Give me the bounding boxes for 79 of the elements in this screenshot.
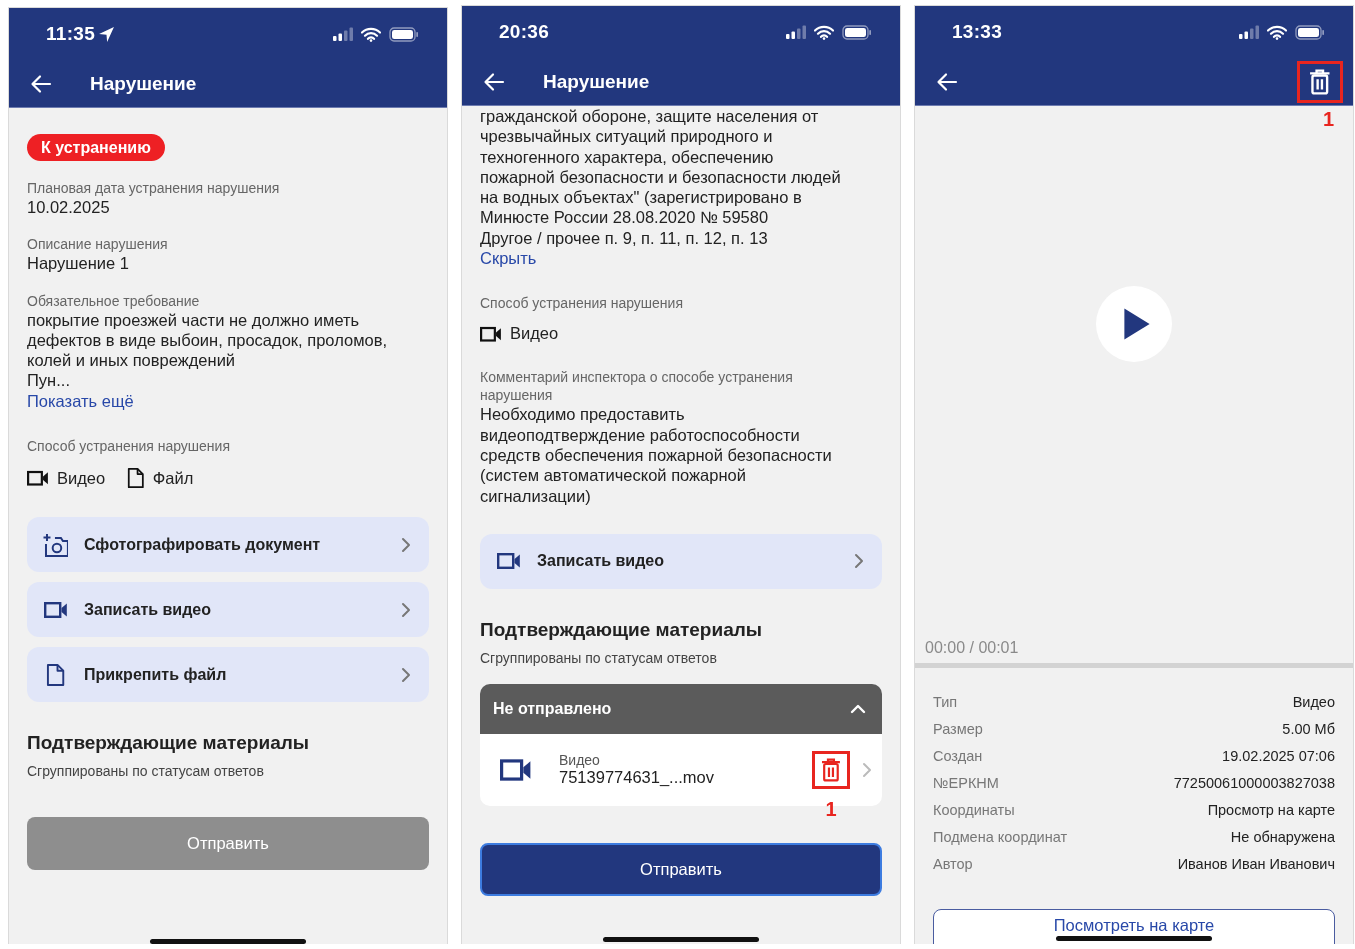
method-label: Видео	[510, 324, 559, 344]
map-button[interactable]: Посмотреть на карте	[933, 909, 1335, 944]
action-button[interactable]: Прикрепить файл	[27, 647, 429, 703]
section-subtitle: Сгруппированы по статусам ответов	[480, 649, 718, 666]
field-label: Обязательное требование	[27, 291, 201, 310]
chevron-right-icon	[401, 536, 411, 553]
status-time: 20:36	[499, 21, 550, 43]
field-label: Комментарий инспектора о способе устранения нарушения	[480, 368, 794, 405]
detail-label: Тип	[933, 693, 958, 710]
field-label: Описание нарушения	[27, 235, 169, 254]
detail-label: Автор	[933, 855, 973, 872]
field-value: Необходимо предоставить видеоподтверждение работоспособности средств обеспечения пожарной безопасности (систем автоматической пожарной сигнализации)	[480, 404, 833, 506]
action-button[interactable]: Записать видео	[27, 582, 429, 638]
chevron-right-icon	[401, 601, 411, 618]
detail-value: Иванов Иван Иванович	[1177, 855, 1335, 872]
detail-value: Видео	[1292, 693, 1335, 710]
wifi-icon	[1267, 24, 1287, 40]
detail-label: Координаты	[933, 801, 1015, 818]
field-value: 10.02.2025	[27, 197, 111, 218]
action-button[interactable]: Записать видео	[480, 533, 882, 589]
action-button[interactable]: Сфотографировать документ	[27, 517, 429, 573]
signal-icon	[1239, 25, 1259, 39]
field-value: гражданской обороне, защите населения от чрезвычайных ситуаций природного и техногенного характера, обеспечению пожарной безопасности и безопасности людей на водных объектах" (зарегистрировано в Минюсте России 28.08.2020 № 59580 Другое / прочее п. 9, п. 11, п. 12, п. 13	[480, 106, 842, 249]
video-camera-icon	[500, 757, 532, 782]
chevron-right-icon	[401, 666, 411, 683]
status-time: 11:35	[46, 23, 96, 45]
field-label: Плановая дата устранения нарушения	[27, 179, 281, 197]
wifi-icon	[361, 26, 381, 42]
screen-title: Нарушение	[543, 71, 650, 93]
detail-value: Просмотр на карте	[1207, 801, 1335, 818]
submit-button[interactable]: Отправить	[480, 842, 882, 896]
section-subtitle: Сгруппированы по статусам ответов	[27, 763, 265, 780]
annotation-number: 1	[825, 797, 837, 821]
method-label: Файл	[152, 468, 194, 488]
annotation-number: 1	[1322, 108, 1334, 131]
field-label: Способ устранения нарушения	[480, 294, 684, 313]
field-label: Способ устранения нарушения	[27, 437, 231, 456]
detail-label: Размер	[933, 720, 983, 737]
chevron-right-icon	[854, 553, 864, 570]
detail-value: 19.02.2025 07:06	[1222, 747, 1335, 764]
group-header[interactable]: Не отправлено	[480, 683, 882, 734]
field-value: покрытие проезжей части не должно иметь дефектов в виде выбоин, просадок, проломов, колей и иных повреждений Пун...	[27, 309, 389, 391]
status-time: 13:33	[952, 21, 1003, 43]
battery-icon	[1295, 24, 1325, 40]
location-arrow-icon	[98, 25, 116, 43]
video-camera-icon	[496, 552, 521, 571]
document-icon	[45, 662, 66, 687]
section-title: Подтверждающие материалы	[27, 731, 310, 756]
play-icon	[1123, 306, 1151, 341]
signal-icon	[333, 27, 353, 41]
detail-value: Не обнаружена	[1230, 828, 1335, 845]
detail-label: Создан	[933, 747, 983, 764]
screen-title: Нарушение	[90, 73, 197, 95]
attachment-type: Видео	[559, 752, 601, 769]
toggle-link[interactable]: Скрыть	[480, 248, 537, 269]
camera-plus-icon	[42, 532, 69, 557]
section-title: Подтверждающие материалы	[480, 617, 763, 642]
toggle-link[interactable]: Показать ещё	[27, 390, 134, 412]
detail-value: 77250061000003827038	[1173, 774, 1335, 791]
detail-label: Подмена координат	[933, 828, 1068, 845]
video-progress-track[interactable]	[915, 663, 1353, 668]
field-value: Нарушение 1	[27, 253, 130, 274]
signal-icon	[786, 25, 806, 39]
chevron-right-icon	[862, 761, 872, 778]
trash-icon[interactable]	[1309, 69, 1331, 95]
video-time: 00:00 / 00:01	[925, 639, 1019, 657]
detail-label: №ЕРКНМ	[933, 774, 999, 791]
detail-value: 5.00 Мб	[1282, 720, 1335, 737]
battery-icon	[389, 26, 419, 42]
wifi-icon	[814, 24, 834, 40]
battery-icon	[842, 24, 872, 40]
status-badge: К устранению	[27, 134, 165, 161]
attachment-name: 75139774631_...mov	[559, 768, 716, 788]
chevron-up-icon	[850, 703, 866, 714]
method-label: Видео	[57, 468, 106, 488]
video-camera-icon	[43, 600, 68, 619]
document-icon	[127, 467, 145, 490]
video-camera-icon	[27, 469, 49, 487]
video-camera-icon	[480, 325, 502, 343]
